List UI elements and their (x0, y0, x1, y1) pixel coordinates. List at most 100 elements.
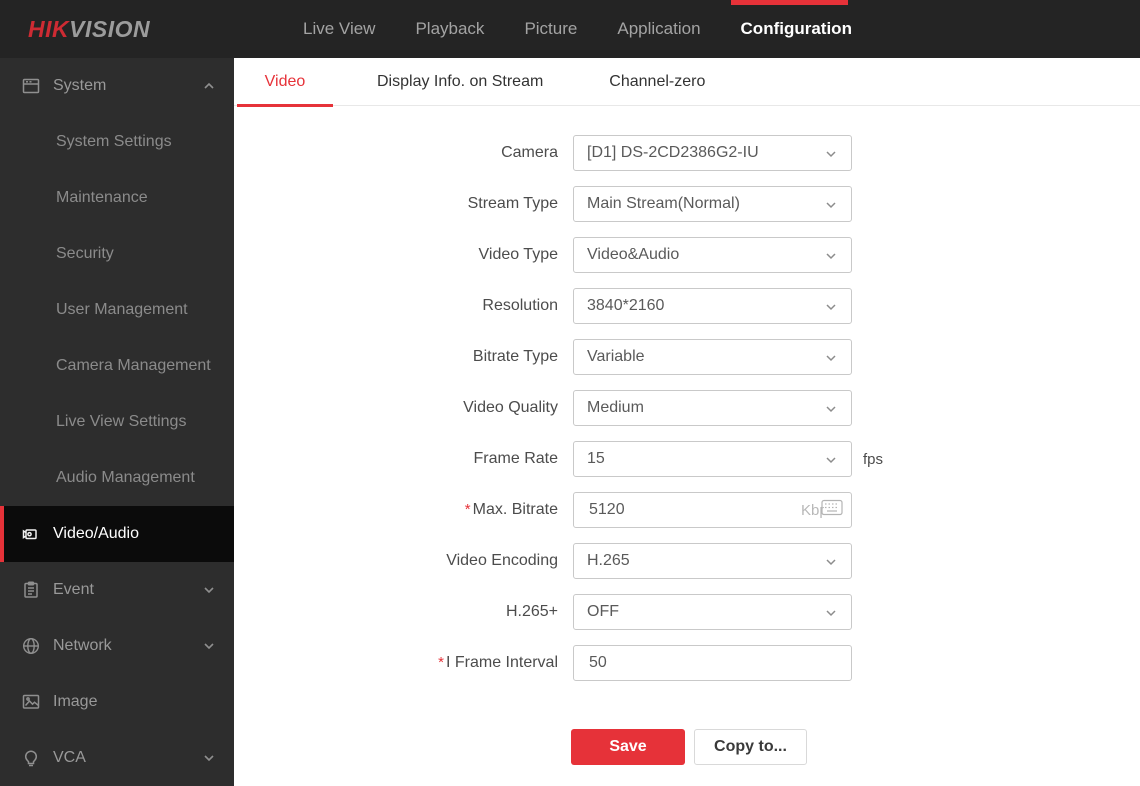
sidebar-item-label: Video/Audio (53, 525, 139, 542)
nav-item-live-view[interactable]: Live View (283, 0, 395, 58)
field-label-resolution: Resolution (234, 297, 558, 315)
selected-value: Variable (587, 348, 645, 365)
tab-display-info-on-stream[interactable]: Display Info. on Stream (355, 58, 565, 106)
field-label-text: Stream Type (467, 195, 558, 212)
resolution-select[interactable]: 3840*2160 (573, 288, 852, 324)
sidebar-item-maintenance[interactable]: Maintenance (0, 170, 234, 226)
unit-suffix: Kbps (801, 499, 843, 521)
sidebar-item-live-view-settings[interactable]: Live View Settings (0, 394, 234, 450)
chevron-down-icon (202, 583, 216, 597)
camera-select[interactable]: [D1] DS-2CD2386G2-IU (573, 135, 852, 171)
sidebar-item-camera-management[interactable]: Camera Management (0, 338, 234, 394)
form-row-stream-type: Stream Type Main Stream(Normal) (234, 186, 1140, 222)
system-icon (21, 76, 41, 96)
video-audio-icon (21, 524, 41, 544)
i-frame-interval-input[interactable] (573, 645, 852, 681)
nav-item-configuration[interactable]: Configuration (721, 0, 872, 58)
selected-value: H.265 (587, 552, 630, 569)
save-button[interactable]: Save (571, 729, 685, 765)
select-chevron-icon (824, 351, 838, 365)
field-label-bitrate-type: Bitrate Type (234, 348, 558, 366)
field-label-text: Frame Rate (473, 450, 558, 467)
sidebar-item-label: Audio Management (56, 469, 195, 486)
sidebar-item-label: VCA (53, 749, 86, 766)
video-encoding-select[interactable]: H.265 (573, 543, 852, 579)
sidebar-item-vca[interactable]: VCA (0, 730, 234, 786)
field-label-video-quality: Video Quality (234, 399, 558, 417)
field-label-frame-rate: Frame Rate (234, 450, 558, 468)
field-label-max-bitrate: * Max. Bitrate (234, 501, 558, 519)
bitrate-type-select[interactable]: Variable (573, 339, 852, 375)
field-label-text: Video Quality (463, 399, 558, 416)
required-asterisk: * (464, 501, 471, 518)
vca-icon (21, 748, 41, 768)
sidebar-item-label: Camera Management (56, 357, 211, 374)
form-row-i-frame-interval: * I Frame Interval (234, 645, 1140, 681)
form-row-resolution: Resolution 3840*2160 (234, 288, 1140, 324)
chevron-up-icon (202, 79, 216, 93)
form-row-video-type: Video Type Video&Audio (234, 237, 1140, 273)
sidebar-item-system-settings[interactable]: System Settings (0, 114, 234, 170)
hikvision-logo[interactable]: HIK VISION (28, 0, 150, 58)
form-row-h-265: H.265+ OFF (234, 594, 1140, 630)
selected-value: 15 (587, 450, 605, 467)
tab-channel-zero[interactable]: Channel-zero (587, 58, 727, 106)
i-frame-interval-text-input[interactable] (587, 653, 767, 673)
field-label-text: Camera (501, 144, 558, 161)
logo-hik-text: HIK (28, 15, 70, 42)
video-quality-select[interactable]: Medium (573, 390, 852, 426)
required-asterisk: * (438, 654, 444, 671)
field-label-camera: Camera (234, 144, 558, 162)
frame-rate-select[interactable]: 15 (573, 441, 852, 477)
sidebar-item-video-audio[interactable]: Video/Audio (0, 506, 234, 562)
video-settings-form: Camera [D1] DS-2CD2386G2-IU Stream Type Mai… (234, 106, 1140, 681)
select-chevron-icon (824, 198, 838, 212)
max-bitrate-input[interactable]: Kbps (573, 492, 852, 528)
copy-to-button[interactable]: Copy to... (694, 729, 807, 765)
select-chevron-icon (824, 402, 838, 416)
field-label-stream-type: Stream Type (234, 195, 558, 213)
sidebar-item-user-management[interactable]: User Management (0, 282, 234, 338)
tab-video[interactable]: Video (237, 58, 333, 107)
form-row-video-encoding: Video Encoding H.265 (234, 543, 1140, 579)
sidebar-item-audio-management[interactable]: Audio Management (0, 450, 234, 506)
field-label-text: H.265+ (505, 603, 558, 620)
h-265-select[interactable]: OFF (573, 594, 852, 630)
field-label-i-frame-interval: * I Frame Interval (234, 654, 558, 672)
event-icon (21, 580, 41, 600)
selected-value: 3840*2160 (587, 297, 665, 314)
field-label-h-265: H.265+ (234, 603, 558, 621)
nav-item-application[interactable]: Application (597, 0, 720, 58)
sidebar-item-label: Maintenance (56, 189, 148, 206)
selected-value: Video&Audio (587, 246, 680, 263)
stream-type-select[interactable]: Main Stream(Normal) (573, 186, 852, 222)
form-row-max-bitrate: *Max. Bitrate Kbps (234, 492, 1140, 528)
keyboard-icon[interactable] (821, 499, 843, 521)
nav-item-playback[interactable]: Playback (395, 0, 504, 58)
sidebar-item-label: System Settings (56, 133, 172, 150)
field-label-text: I Frame Interval (445, 654, 558, 671)
sidebar-item-network[interactable]: Network (0, 618, 234, 674)
video-type-select[interactable]: Video&Audio (573, 237, 852, 273)
sidebar-item-security[interactable]: Security (0, 226, 234, 282)
select-chevron-icon (824, 555, 838, 569)
sidebar-item-label: Event (53, 581, 94, 598)
field-label-text: Max. Bitrate (472, 501, 558, 518)
select-chevron-icon (824, 453, 838, 467)
form-row-frame-rate: Frame Rate 15 fps (234, 441, 1140, 477)
sidebar-item-label: System (53, 77, 107, 94)
field-label-text: Resolution (482, 297, 558, 314)
chevron-down-icon (202, 751, 216, 765)
sidebar-item-image[interactable]: Image (0, 674, 234, 730)
field-label-text: Bitrate Type (472, 348, 558, 365)
selected-value: OFF (587, 603, 619, 620)
field-label-video-type: Video Type (234, 246, 558, 264)
max-bitrate-text-input[interactable] (587, 500, 767, 520)
nav-item-picture[interactable]: Picture (504, 0, 597, 58)
sidebar-item-system[interactable]: System (0, 58, 234, 114)
selected-value: Medium (587, 399, 644, 416)
sidebar-menu: System System Settings Maintenance Security… (0, 58, 234, 786)
tab-bar: Video Display Info. on Stream Channel-zero (234, 58, 1140, 107)
select-chevron-icon (824, 249, 838, 263)
sidebar-item-event[interactable]: Event (0, 562, 234, 618)
